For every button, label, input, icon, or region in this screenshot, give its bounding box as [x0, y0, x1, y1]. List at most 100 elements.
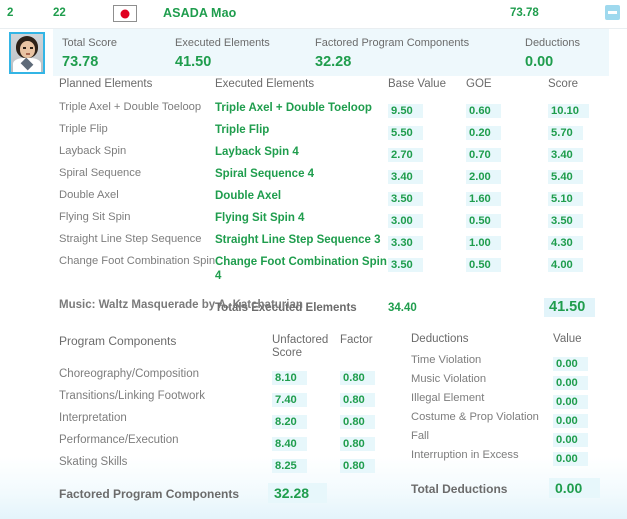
deduction-value: 0.00 — [553, 357, 588, 371]
component-name: Interpretation — [59, 412, 127, 424]
deductions-header: Deductions Value — [405, 331, 627, 352]
goe-value: 0.70 — [466, 148, 501, 162]
list-item: Fall 0.00 — [405, 428, 627, 447]
summary-total-score: Total Score 73.78 — [62, 37, 117, 70]
executed-element: Layback Spin 4 — [215, 146, 299, 158]
planned-element: Double Axel — [59, 189, 119, 201]
summary-total-score-value: 73.78 — [62, 54, 99, 70]
element-score: 10.10 — [548, 104, 589, 118]
element-score: 3.50 — [548, 214, 583, 228]
skater-rank: 2 — [7, 7, 14, 19]
element-score: 4.00 — [548, 258, 583, 272]
deduction-name: Illegal Element — [411, 392, 485, 404]
table-row: Triple Flip Triple Flip 5.50 0.20 5.70 — [0, 120, 627, 142]
deduction-name: Fall — [411, 430, 430, 442]
component-factor: 0.80 — [340, 371, 375, 385]
deduction-value: 0.00 — [553, 376, 588, 390]
program-components-panel: Program Components Unfactored Score Fact… — [0, 331, 400, 509]
list-item: Choreography/Composition 8.10 0.80 — [0, 365, 400, 387]
list-item: Music Violation 0.00 — [405, 371, 627, 390]
factored-program-components-row: Factored Program Components 32.28 — [0, 483, 400, 509]
table-row: Layback Spin Layback Spin 4 2.70 0.70 3.… — [0, 142, 627, 164]
base-value: 3.00 — [388, 214, 423, 228]
component-unfactored-score: 8.40 — [272, 437, 307, 451]
list-item: Interruption in Excess 0.00 — [405, 447, 627, 466]
goe-value: 0.50 — [466, 214, 501, 228]
list-item: Performance/Execution 8.40 0.80 — [0, 431, 400, 453]
deduction-name: Time Violation — [411, 354, 482, 366]
planned-element: Triple Flip — [59, 123, 108, 135]
skater-total-score: 73.78 — [510, 7, 539, 19]
component-name: Skating Skills — [59, 456, 128, 468]
skater-header-row[interactable]: 2 22 ASADA Mao 73.78 — [0, 0, 627, 29]
summary-factored-components: Factored Program Components 32.28 — [315, 37, 469, 70]
base-value: 2.70 — [388, 148, 423, 162]
base-value: 9.50 — [388, 104, 423, 118]
header-base-value: Base Value — [388, 78, 446, 90]
header-factor: Factor — [340, 334, 373, 346]
component-unfactored-score: 8.10 — [272, 371, 307, 385]
component-factor: 0.80 — [340, 393, 375, 407]
summary-executed-elements-label: Executed Elements — [175, 37, 270, 49]
deduction-name: Music Violation — [411, 373, 487, 385]
list-item: Illegal Element 0.00 — [405, 390, 627, 409]
deduction-name: Interruption in Excess — [411, 449, 519, 461]
totals-executed-elements-score: 41.50 — [544, 298, 596, 317]
component-name: Performance/Execution — [59, 434, 179, 446]
deduction-value: 0.00 — [553, 414, 588, 428]
deduction-value: 0.00 — [553, 433, 588, 447]
protocol-detail-page: 2 22 ASADA Mao 73.78 Total Score 73.78 E… — [0, 0, 627, 519]
table-row: Straight Line Step Sequence Straight Lin… — [0, 230, 627, 252]
component-unfactored-score: 8.25 — [272, 459, 307, 473]
executed-element: Triple Axel + Double Toeloop — [215, 102, 372, 114]
header-planned-elements: Planned Elements — [59, 78, 153, 90]
list-item: Transitions/Linking Footwork 7.40 0.80 — [0, 387, 400, 409]
executed-element: Spiral Sequence 4 — [215, 168, 315, 180]
table-row: Flying Sit Spin Flying Sit Spin 4 3.00 0… — [0, 208, 627, 230]
summary-executed-elements: Executed Elements 41.50 — [175, 37, 270, 70]
header-goe: GOE — [466, 78, 492, 90]
base-value: 3.50 — [388, 258, 423, 272]
goe-value: 0.50 — [466, 258, 501, 272]
music-info: Music: Waltz Masquerade by A. Katchaturi… — [59, 299, 303, 311]
deduction-value: 0.00 — [553, 395, 588, 409]
summary-factored-components-label: Factored Program Components — [315, 37, 470, 49]
executed-element: Double Axel — [215, 190, 282, 202]
base-value: 3.40 — [388, 170, 423, 184]
element-score: 5.10 — [548, 192, 583, 206]
total-deductions-row: Total Deductions 0.00 — [405, 478, 627, 504]
japan-flag-icon — [113, 5, 137, 22]
header-executed-elements: Executed Elements — [215, 78, 315, 90]
collapse-minus-icon[interactable] — [605, 5, 620, 20]
summary-total-score-label: Total Score — [62, 37, 118, 49]
elements-table: Planned Elements Executed Elements Base … — [0, 75, 627, 326]
table-row: Spiral Sequence Spiral Sequence 4 3.40 2… — [0, 164, 627, 186]
score-summary-strip: Total Score 73.78 Executed Elements 41.5… — [0, 29, 627, 76]
header-score: Score — [548, 78, 579, 90]
summary-factored-components-value: 32.28 — [315, 54, 352, 70]
table-row: Change Foot Combination Spin Change Foot… — [0, 252, 627, 290]
elements-table-header: Planned Elements Executed Elements Base … — [0, 75, 627, 98]
executed-element: Flying Sit Spin 4 — [215, 212, 305, 224]
skater-name[interactable]: ASADA Mao — [163, 6, 236, 20]
element-score: 5.40 — [548, 170, 583, 184]
list-item: Costume & Prop Violation 0.00 — [405, 409, 627, 428]
summary-deductions-label: Deductions — [525, 37, 581, 49]
element-score: 4.30 — [548, 236, 583, 250]
executed-element: Change Foot Combination Spin 4 — [215, 256, 387, 282]
planned-element: Layback Spin — [59, 145, 127, 157]
component-unfactored-score: 8.20 — [272, 415, 307, 429]
total-deductions-value: 0.00 — [549, 478, 601, 498]
executed-element: Triple Flip — [215, 124, 270, 136]
component-name: Transitions/Linking Footwork — [59, 390, 205, 402]
header-deductions: Deductions — [411, 333, 469, 345]
element-score: 5.70 — [548, 126, 583, 140]
component-factor: 0.80 — [340, 437, 375, 451]
skater-start-number: 22 — [53, 7, 66, 19]
element-score: 3.40 — [548, 148, 583, 162]
base-value: 5.50 — [388, 126, 423, 140]
program-components-header: Program Components Unfactored Score Fact… — [0, 331, 400, 365]
planned-element: Flying Sit Spin — [59, 211, 131, 223]
skater-avatar — [9, 32, 45, 74]
table-row: Triple Axel + Double Toeloop Triple Axel… — [0, 98, 627, 120]
